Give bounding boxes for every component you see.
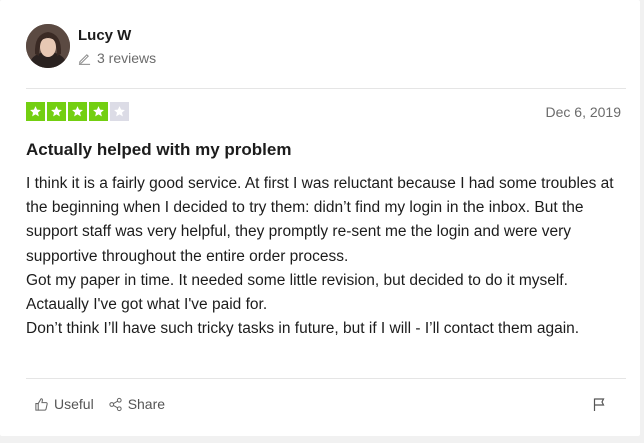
- review-body: I think it is a fairly good service. At …: [26, 172, 631, 341]
- star-empty-icon: [110, 102, 129, 121]
- report-button[interactable]: [592, 397, 606, 417]
- share-label: Share: [127, 396, 166, 412]
- review-paragraph: Got my paper in time. It needed some lit…: [26, 271, 568, 314]
- reviewer-review-count[interactable]: 3 reviews: [78, 50, 156, 66]
- review-actions: Useful Share: [34, 396, 165, 412]
- footer-divider: [26, 378, 626, 379]
- review-paragraph: I think it is a fairly good service. At …: [26, 175, 614, 265]
- star-filled-icon: [68, 102, 87, 121]
- useful-label: Useful: [54, 396, 94, 412]
- avatar[interactable]: [26, 24, 70, 68]
- review-title[interactable]: Actually helped with my problem: [26, 140, 291, 160]
- header-divider: [26, 88, 626, 89]
- star-filled-icon: [89, 102, 108, 121]
- share-button[interactable]: Share: [108, 396, 165, 412]
- star-filled-icon: [47, 102, 66, 121]
- review-count-label: 3 reviews: [97, 50, 157, 66]
- review-card: Lucy W 3 reviews Dec 6, 2019 Actually he…: [0, 0, 640, 436]
- avatar-image: [26, 24, 70, 68]
- flag-icon: [593, 398, 605, 411]
- review-date: Dec 6, 2019: [545, 104, 622, 120]
- star-rating: [26, 102, 129, 121]
- review-paragraph: Don’t think I’ll have such tricky tasks …: [26, 320, 580, 338]
- useful-button[interactable]: Useful: [34, 396, 94, 412]
- thumbs-up-icon: [35, 397, 48, 411]
- share-icon: [109, 397, 122, 411]
- reviewer-name[interactable]: Lucy W: [78, 27, 131, 44]
- pencil-icon: [78, 53, 91, 65]
- star-filled-icon: [26, 102, 45, 121]
